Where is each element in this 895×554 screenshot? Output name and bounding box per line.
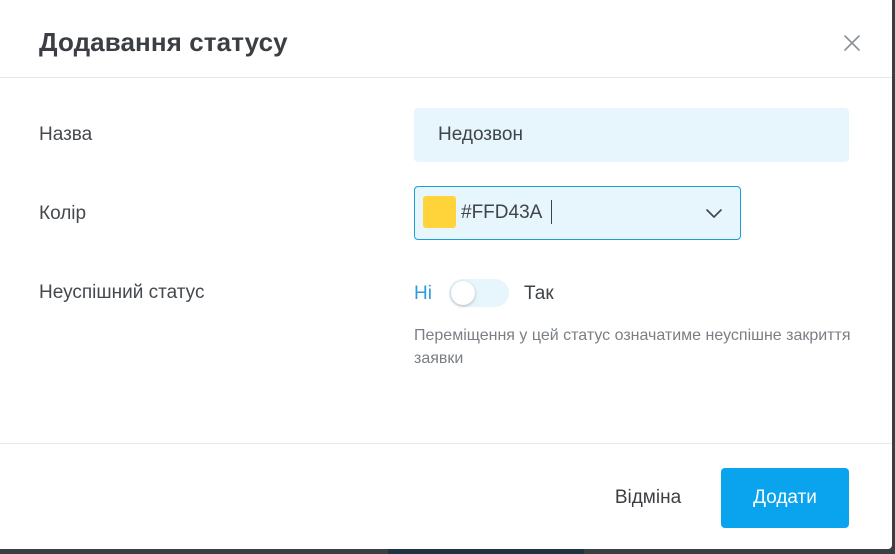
chevron-down-icon [706, 209, 722, 218]
failed-status-label: Неуспішний статус [39, 282, 205, 303]
text-cursor [551, 200, 552, 224]
dialog-title: Додавання статусу [39, 27, 288, 57]
color-picker-field[interactable]: #FFD43A [414, 186, 741, 240]
add-status-dialog: Додавання статусу Назва Колір #FFD43A Не… [0, 0, 892, 549]
toggle-knob [451, 281, 475, 305]
name-input[interactable] [414, 108, 849, 162]
failed-status-toggle[interactable] [449, 279, 509, 307]
color-dropdown-toggle[interactable] [705, 204, 723, 222]
toggle-off-label[interactable]: Ні [414, 283, 432, 305]
failed-status-hint: Переміщення у цей статус означатиме неус… [414, 327, 851, 367]
color-label: Колір [39, 203, 87, 224]
add-button[interactable]: Додати [721, 468, 849, 528]
name-label: Назва [39, 124, 93, 145]
cancel-button[interactable]: Відміна [598, 482, 698, 514]
dialog-header: Додавання статусу [0, 0, 892, 78]
close-button[interactable] [840, 31, 864, 55]
toggle-on-label[interactable]: Так [524, 283, 554, 305]
close-icon [844, 35, 860, 51]
color-swatch[interactable] [423, 196, 456, 228]
color-hex-value: #FFD43A [461, 202, 543, 223]
